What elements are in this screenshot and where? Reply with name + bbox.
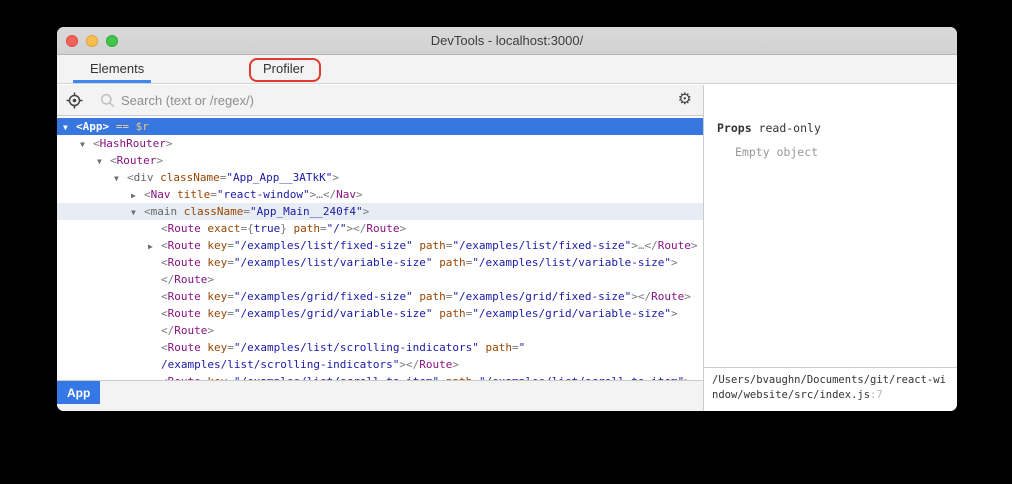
- collapse-arrow-icon[interactable]: ▼: [80, 136, 93, 153]
- devtools-window: DevTools - localhost:3000/ Elements Prof…: [57, 27, 957, 411]
- gear-icon[interactable]: ⚙: [678, 92, 692, 108]
- tree-row-route-root[interactable]: <Route exact={true} path="/"></Route>: [57, 220, 703, 237]
- props-panel: Props read-only Empty object /Users/bvau…: [703, 85, 957, 411]
- tree-row-nav[interactable]: ▶<Nav title="react-window">…</Nav>: [57, 186, 703, 203]
- tree-row-hashrouter[interactable]: ▼<HashRouter>: [57, 135, 703, 152]
- search-input[interactable]: [121, 93, 678, 108]
- tree-row-div-app[interactable]: ▼<div className="App_App__3ATkK">: [57, 169, 703, 186]
- tree-row-route-list-fixed[interactable]: ▶<Route key="/examples/list/fixed-size" …: [57, 237, 703, 254]
- collapse-arrow-icon[interactable]: ▼: [114, 170, 127, 187]
- tree-row-route-scrolling-indicators-line2[interactable]: /examples/list/scrolling-indicators"></R…: [57, 356, 703, 373]
- close-window-button[interactable]: [66, 35, 78, 47]
- tab-elements[interactable]: Elements: [90, 55, 144, 83]
- source-line-number: :7: [870, 389, 883, 401]
- search-icon: [100, 93, 115, 108]
- tab-profiler[interactable]: Profiler: [263, 55, 304, 83]
- inspect-element-icon[interactable]: [66, 92, 83, 109]
- props-title: Props: [717, 121, 752, 135]
- props-empty-object: Empty object: [735, 145, 957, 159]
- main-content: ⚙ ▼<App> == $r▼<HashRouter>▼<Router>▼<di…: [57, 85, 957, 411]
- collapse-arrow-icon[interactable]: ▼: [97, 153, 110, 170]
- window-title: DevTools - localhost:3000/: [57, 27, 957, 54]
- collapse-arrow-icon[interactable]: ▼: [131, 204, 144, 221]
- tree-row-main[interactable]: ▼<main className="App_Main__240f4">: [57, 203, 703, 220]
- window-titlebar: DevTools - localhost:3000/: [57, 27, 957, 55]
- breadcrumb-bar: App: [57, 380, 703, 404]
- props-header: Props read-only: [717, 121, 957, 135]
- elements-pane: ⚙ ▼<App> == $r▼<HashRouter>▼<Router>▼<di…: [57, 85, 703, 411]
- expand-arrow-icon[interactable]: ▶: [148, 238, 161, 255]
- traffic-lights: [66, 35, 118, 47]
- component-tree[interactable]: ▼<App> == $r▼<HashRouter>▼<Router>▼<div …: [57, 116, 703, 380]
- pane-footer-strip: [57, 404, 703, 411]
- expand-arrow-icon[interactable]: ▶: [131, 187, 144, 204]
- collapse-arrow-icon[interactable]: ▼: [63, 119, 76, 136]
- fullscreen-window-button[interactable]: [106, 35, 118, 47]
- tab-bar: Elements Profiler: [57, 55, 957, 84]
- minimize-window-button[interactable]: [86, 35, 98, 47]
- tree-row-route-list-variable[interactable]: <Route key="/examples/list/variable-size…: [57, 254, 703, 271]
- source-location: /Users/bvaughn/Documents/git/react-windo…: [704, 367, 957, 411]
- tree-row-route-scroll-to-item-clipped[interactable]: <Route key="/examples/list/scroll-to-ite…: [57, 373, 703, 380]
- breadcrumb-app-badge[interactable]: App: [57, 381, 100, 404]
- tree-row-route-grid-variable[interactable]: <Route key="/examples/grid/variable-size…: [57, 305, 703, 322]
- tree-row-route-scrolling-indicators-line1[interactable]: <Route key="/examples/list/scrolling-ind…: [57, 339, 703, 356]
- screenshot-canvas: DevTools - localhost:3000/ Elements Prof…: [0, 0, 1012, 484]
- tree-row-route-grid-fixed[interactable]: <Route key="/examples/grid/fixed-size" p…: [57, 288, 703, 305]
- tree-row-close-route-1[interactable]: </Route>: [57, 271, 703, 288]
- tree-row-app[interactable]: ▼<App> == $r: [57, 118, 703, 135]
- active-tab-indicator: [73, 80, 151, 83]
- tree-row-close-route-2[interactable]: </Route>: [57, 322, 703, 339]
- props-readonly-label: read-only: [759, 121, 821, 135]
- tree-row-router[interactable]: ▼<Router>: [57, 152, 703, 169]
- source-file-path: /Users/bvaughn/Documents/git/react-windo…: [712, 374, 946, 401]
- search-toolbar: ⚙: [57, 85, 703, 116]
